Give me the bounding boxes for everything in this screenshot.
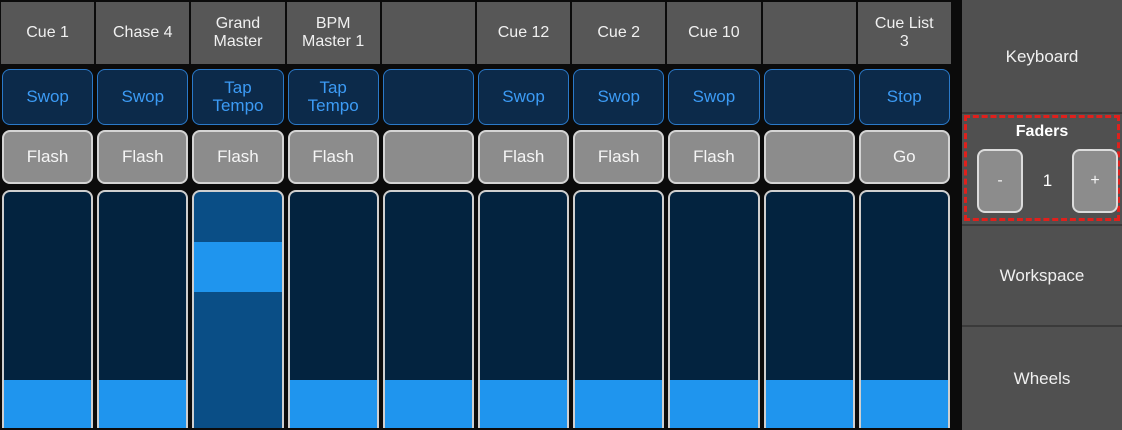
wheels-button[interactable]: Wheels — [962, 327, 1122, 430]
fader-flash-button[interactable]: Flash — [97, 130, 189, 184]
fader-track[interactable] — [477, 190, 570, 428]
fader-flash-button[interactable]: Go — [858, 130, 950, 184]
keyboard-button[interactable]: Keyboard — [962, 0, 1122, 113]
fader-flash-button[interactable]: Flash — [668, 130, 760, 184]
fader-flash-button[interactable]: Flash — [192, 130, 284, 184]
fader-page-plus-button[interactable]: + — [1072, 149, 1118, 213]
fader-flash-button[interactable]: Flash — [477, 130, 570, 184]
fader-track[interactable] — [763, 190, 855, 428]
fader-track[interactable] — [858, 190, 950, 428]
fader-level-fill — [99, 380, 187, 428]
fader-top-button[interactable]: Tap Tempo — [192, 69, 284, 125]
fader-track[interactable] — [573, 190, 665, 428]
fader-flash-button[interactable]: Flash — [573, 130, 665, 184]
fader-handle[interactable] — [194, 242, 282, 292]
fader-flash-button[interactable] — [763, 130, 855, 184]
fader-top-button[interactable]: Swop — [477, 69, 570, 125]
fader-wing-window: Cue 1 Swop Flash Chase 4 Swop Flash Grand Mast… — [0, 0, 1122, 430]
fader-page-minus-button[interactable]: - — [977, 149, 1023, 213]
plus-label: + — [1090, 172, 1100, 189]
fader-label: Chase 4 — [96, 2, 190, 64]
faders-title: Faders — [1015, 123, 1069, 140]
fader-level-fill — [575, 380, 663, 428]
fader-top-button[interactable]: Swop — [573, 69, 665, 125]
fader-label: Cue List 3 — [857, 2, 951, 64]
fader-track[interactable] — [192, 190, 284, 428]
workspace-button[interactable]: Workspace — [962, 226, 1122, 325]
fader-page-number: 1 — [1042, 171, 1053, 190]
fader-top-button[interactable]: Stop — [858, 69, 950, 125]
fader-level-fill — [860, 380, 948, 428]
fader-track[interactable] — [97, 190, 189, 428]
fader-track[interactable] — [382, 190, 474, 428]
wheels-label: Wheels — [1013, 368, 1071, 388]
fader-level-fill — [765, 380, 853, 428]
fader-flash-button[interactable]: Flash — [2, 130, 94, 184]
fader-top-button[interactable] — [763, 69, 855, 125]
fader-label: Grand Master — [191, 2, 285, 64]
faders-page-control: Faders - 1 + — [964, 115, 1120, 221]
fader-top-button[interactable]: Swop — [2, 69, 94, 125]
playback-fader-bank: Cue 1 Swop Flash Chase 4 Swop Flash Grand Mast… — [0, 0, 957, 430]
fader-top-button[interactable] — [382, 69, 474, 125]
divider — [962, 112, 1122, 114]
fader-level-fill — [384, 380, 472, 428]
fader-label: Cue 1 — [1, 2, 95, 64]
fader-level-fill — [4, 380, 92, 428]
fader-level-fill — [289, 380, 377, 428]
fader-label: Cue 12 — [476, 2, 571, 64]
fader-level-fill — [670, 380, 758, 428]
fader-label: BPM Master 1 — [286, 2, 380, 64]
fader-track[interactable] — [2, 190, 94, 428]
fader-label: Cue 10 — [667, 2, 761, 64]
fader-top-button[interactable]: Tap Tempo — [287, 69, 379, 125]
fader-flash-button[interactable] — [382, 130, 474, 184]
fader-level-fill — [479, 380, 568, 428]
fader-label — [762, 2, 856, 64]
fader-top-button[interactable]: Swop — [97, 69, 189, 125]
workspace-label: Workspace — [999, 265, 1085, 285]
fader-label — [381, 2, 475, 64]
side-panel: Keyboard Faders - 1 + Workspace Wheels — [962, 0, 1122, 430]
keyboard-label: Keyboard — [1005, 46, 1079, 66]
minus-label: - — [997, 172, 1003, 189]
fader-track[interactable] — [287, 190, 379, 428]
fader-label: Cue 2 — [572, 2, 666, 64]
fader-flash-button[interactable]: Flash — [287, 130, 379, 184]
fader-top-button[interactable]: Swop — [668, 69, 760, 125]
fader-track[interactable] — [668, 190, 760, 428]
